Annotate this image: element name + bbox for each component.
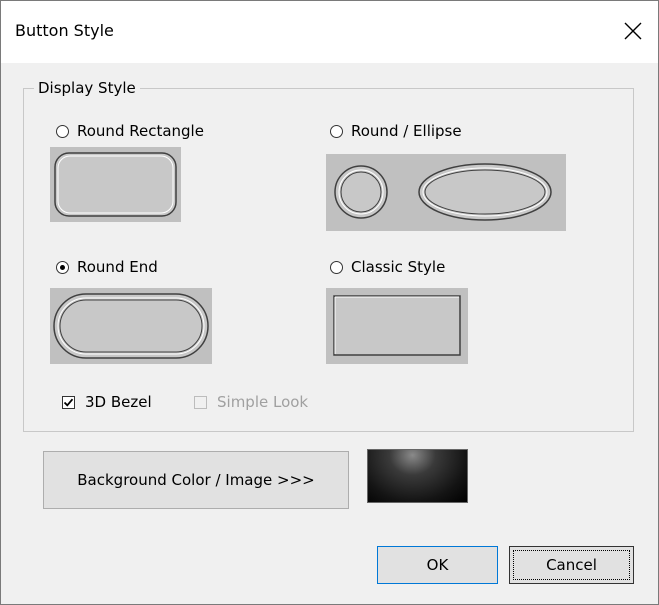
round-end-preview: [50, 288, 212, 364]
radio-indicator: [56, 124, 69, 138]
round-end-shape: [53, 293, 209, 359]
dialog-title: Button Style: [15, 21, 114, 40]
close-button[interactable]: [615, 13, 651, 49]
bezel-checkbox[interactable]: 3D Bezel: [62, 393, 152, 411]
background-preview-swatch: [367, 449, 468, 503]
cancel-button[interactable]: Cancel: [509, 546, 634, 584]
simple-look-checkbox[interactable]: Simple Look: [194, 393, 308, 411]
radio-label: Round Rectangle: [77, 122, 204, 140]
close-icon: [624, 22, 642, 40]
display-style-label: Display Style: [34, 79, 140, 97]
simple-look-label: Simple Look: [217, 393, 309, 411]
radio-label: Round / Ellipse: [351, 122, 462, 140]
background-button-label: Background Color / Image >>>: [77, 471, 315, 489]
radio-round-ellipse[interactable]: Round / Ellipse: [330, 122, 462, 140]
checkbox-box: [194, 395, 207, 409]
radio-round-rectangle[interactable]: Round Rectangle: [56, 122, 204, 140]
background-color-image-button[interactable]: Background Color / Image >>>: [43, 451, 349, 509]
classic-style-shape: [333, 295, 461, 356]
radio-label: Round End: [77, 258, 158, 276]
classic-style-preview: [326, 288, 468, 364]
round-ellipse-preview: [326, 154, 566, 231]
radio-indicator: [330, 124, 343, 138]
title-bar: Button Style: [1, 1, 658, 63]
checkbox-box: [62, 395, 75, 409]
round-rectangle-preview: [50, 147, 181, 222]
cancel-label: Cancel: [546, 556, 597, 574]
radio-indicator: [330, 260, 343, 274]
bezel-label: 3D Bezel: [85, 393, 152, 411]
radio-label: Classic Style: [351, 258, 446, 276]
round-rectangle-shape: [54, 152, 177, 217]
radio-classic-style[interactable]: Classic Style: [330, 258, 445, 276]
radio-indicator: [56, 260, 69, 274]
checkmark-icon: [63, 398, 74, 407]
radio-round-end[interactable]: Round End: [56, 258, 158, 276]
ok-label: OK: [426, 556, 449, 574]
button-style-dialog: Button Style Display Style Round Rectang…: [0, 0, 659, 605]
ok-button[interactable]: OK: [377, 546, 498, 584]
round-ellipse-shape: [334, 163, 552, 221]
